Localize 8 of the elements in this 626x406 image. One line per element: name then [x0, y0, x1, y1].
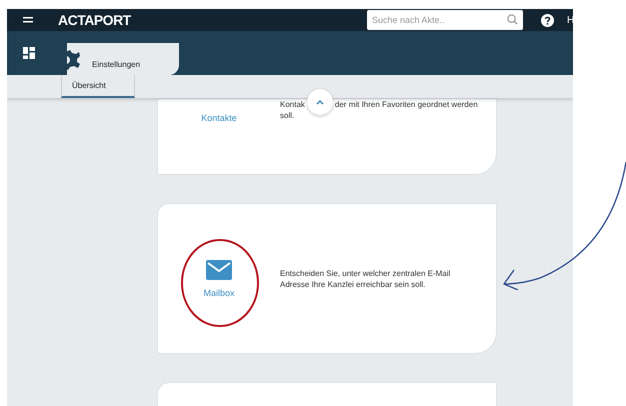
logo: ACTAPORT: [58, 12, 131, 28]
card-title[interactable]: Mailbox: [203, 288, 234, 298]
card-description: Kontak der mit Ihren Favoriten geordnet werden soll.: [280, 99, 480, 121]
card-description: Entscheiden Sie, unter welcher zentralen E-Mail Adresse Ihre Kanzlei erreichbar sein soll.: [280, 268, 452, 290]
overview-tab[interactable]: Übersicht: [61, 75, 135, 98]
settings-tab[interactable]: Einstellungen: [67, 43, 179, 75]
search-field[interactable]: Suche nach Akte..: [367, 10, 523, 30]
card-title[interactable]: Kontakte: [201, 113, 237, 123]
